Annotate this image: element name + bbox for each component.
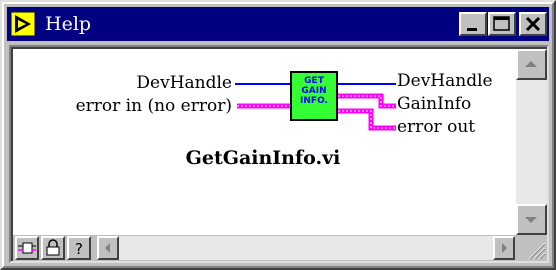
online-help-button[interactable]: ?	[67, 236, 91, 260]
node-label: GET GAIN INFO.	[300, 76, 328, 106]
arrow-down-icon	[525, 217, 537, 223]
scroll-up-button[interactable]	[516, 49, 547, 80]
output-error-out-label: error out	[397, 117, 476, 137]
lock-icon	[46, 239, 60, 256]
maximize-button[interactable]	[488, 12, 516, 36]
horizontal-scrollbar[interactable]	[97, 236, 515, 260]
input-devhandle-label: DevHandle	[136, 73, 232, 93]
scroll-down-button[interactable]	[516, 204, 547, 235]
help-window: Help DevHandle error in (no error) GET G…	[0, 0, 556, 270]
arrow-right-icon	[502, 243, 507, 253]
output-gaininfo-label: GainInfo	[397, 94, 472, 114]
arrow-up-icon	[525, 61, 537, 67]
getgaininfo-vi-icon: GET GAIN INFO.	[290, 71, 338, 121]
maximize-icon	[493, 16, 510, 31]
connector-diagram: DevHandle error in (no error) GET GAIN I…	[13, 49, 513, 237]
help-content-frame: DevHandle error in (no error) GET GAIN I…	[9, 45, 549, 263]
minimize-icon	[467, 28, 477, 31]
window-title: Help	[45, 13, 92, 35]
scroll-left-button[interactable]	[97, 236, 119, 260]
close-icon	[525, 16, 541, 32]
help-content-area: DevHandle error in (no error) GET GAIN I…	[11, 47, 547, 261]
labview-help-icon	[11, 12, 35, 36]
vertical-scrollbar[interactable]	[516, 49, 547, 235]
title-bar[interactable]: Help	[7, 7, 549, 41]
resize-grip-icon[interactable]	[519, 235, 547, 261]
simple-diagram-help-button[interactable]	[15, 236, 39, 260]
lock-help-button[interactable]	[41, 236, 65, 260]
diagram-help-icon	[18, 242, 36, 254]
question-icon: ?	[75, 240, 83, 258]
arrow-left-icon	[105, 243, 110, 253]
gaininfo-out-wire	[338, 93, 396, 109]
minimize-button[interactable]	[459, 12, 487, 36]
input-error-in-label: error in (no error)	[75, 96, 232, 116]
svg-text:?: ?	[75, 240, 83, 258]
output-devhandle-label: DevHandle	[397, 71, 493, 91]
close-button[interactable]	[519, 12, 547, 36]
error-out-wire	[338, 108, 396, 131]
scroll-right-button[interactable]	[493, 236, 515, 260]
bottom-toolbar: ?	[13, 235, 547, 261]
vi-name: GetGainInfo.vi	[185, 147, 341, 169]
